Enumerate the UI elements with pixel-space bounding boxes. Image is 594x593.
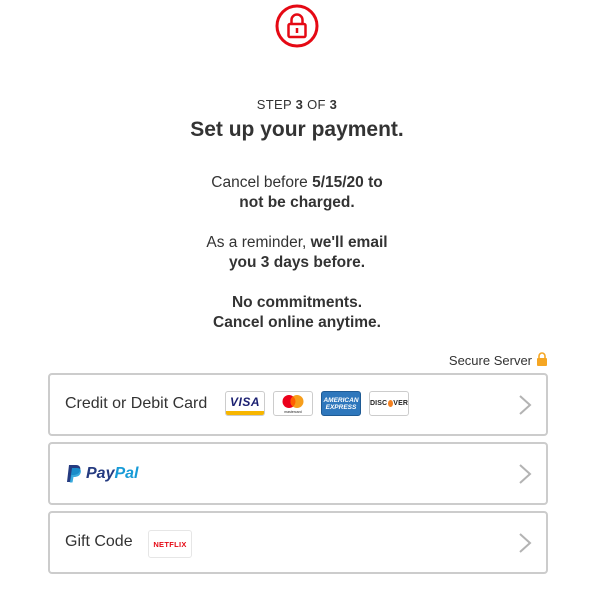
netflix-logo: NETFLIX [148, 530, 192, 558]
discover-logo: DISC VER [369, 391, 409, 416]
visa-logo: VISA [225, 391, 265, 416]
card-logos: VISA mastercard AMERICAN EXPRESS DISC VER [225, 391, 409, 416]
cancel-notice: Cancel before 5/15/20 to not be charged. [211, 174, 383, 211]
chevron-right-icon [519, 464, 532, 484]
gift-code-option[interactable]: Gift Code NETFLIX [48, 511, 548, 574]
paypal-icon [67, 465, 81, 483]
lock-icon [272, 4, 322, 48]
paypal-logo: PayPal [66, 464, 138, 483]
page-title: Set up your payment. [190, 118, 404, 141]
lock-icon [536, 352, 548, 369]
step-indicator: STEP 3 OF 3 [256, 97, 338, 112]
chevron-right-icon [519, 533, 532, 553]
commitment-notice: No commitments. Cancel online anytime. [213, 294, 381, 331]
paypal-option[interactable]: PayPal [48, 442, 548, 505]
reminder-notice: As a reminder, we'll email you 3 days be… [206, 234, 388, 271]
gift-code-label: Gift Code [65, 533, 133, 550]
secure-server-label: Secure Server [449, 352, 548, 369]
credit-debit-card-label: Credit or Debit Card [65, 395, 208, 412]
amex-logo: AMERICAN EXPRESS [321, 391, 361, 416]
credit-debit-card-option[interactable]: Credit or Debit Card VISA mastercard AME… [48, 373, 548, 436]
mastercard-logo: mastercard [273, 391, 313, 416]
secure-server-text: Secure Server [448, 353, 532, 368]
chevron-right-icon [519, 395, 532, 415]
